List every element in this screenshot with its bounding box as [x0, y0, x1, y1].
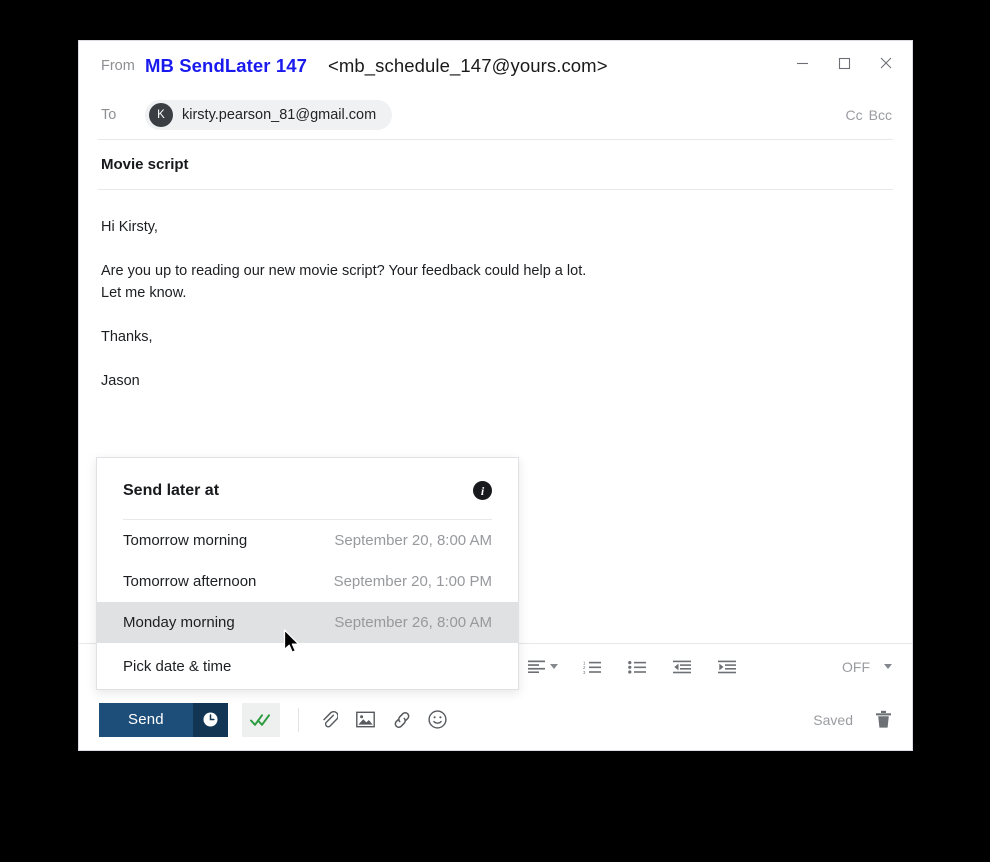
from-display-name[interactable]: MB SendLater 147	[145, 55, 307, 77]
double-check-icon[interactable]	[241, 702, 280, 737]
menu-item-time: September 20, 1:00 PM	[333, 573, 492, 590]
bcc-button[interactable]: Bcc	[869, 107, 892, 123]
paperclip-icon[interactable]	[315, 705, 345, 735]
menu-item-label: Tomorrow afternoon	[123, 573, 257, 590]
cc-button[interactable]: Cc	[846, 107, 863, 123]
numbered-list-icon[interactable]: 1 2 3	[577, 653, 607, 681]
decrease-indent-icon[interactable]	[667, 653, 697, 681]
minimize-icon[interactable]	[782, 49, 822, 77]
maximize-icon[interactable]	[824, 49, 864, 77]
send-later-header: Send later at i	[97, 458, 518, 519]
desktop-backdrop: From MB SendLater 147 <mb_schedule_147@y…	[0, 0, 990, 862]
chevron-down-icon	[550, 664, 558, 669]
send-toolbar: Send Saved	[79, 689, 912, 750]
recipient-chip[interactable]: K kirsty.pearson_81@gmail.com	[145, 100, 393, 130]
off-dropdown[interactable]: OFF	[842, 659, 892, 675]
link-icon[interactable]	[387, 705, 417, 735]
menu-item-tomorrow-morning[interactable]: Tomorrow morning September 20, 8:00 AM	[97, 520, 518, 561]
bulleted-list-icon[interactable]	[622, 653, 652, 681]
window-controls	[782, 49, 906, 77]
subject-text: Movie script	[101, 156, 189, 173]
body-paragraph: Jason	[101, 373, 140, 389]
send-button-group: Send	[99, 702, 228, 737]
close-icon[interactable]	[866, 49, 906, 77]
subject-row[interactable]: Movie script	[79, 140, 912, 189]
send-later-title: Send later at	[123, 481, 220, 499]
menu-item-monday-morning[interactable]: Monday morning September 26, 8:00 AM	[97, 602, 518, 643]
menu-item-tomorrow-afternoon[interactable]: Tomorrow afternoon September 20, 1:00 PM	[97, 561, 518, 602]
to-row: To K kirsty.pearson_81@gmail.com Cc Bcc	[79, 91, 912, 139]
smiley-icon[interactable]	[423, 705, 453, 735]
menu-item-label: Pick date & time	[123, 657, 232, 675]
clock-icon[interactable]	[192, 702, 228, 737]
trash-icon[interactable]	[875, 710, 892, 729]
menu-item-time: September 20, 8:00 AM	[334, 532, 492, 549]
body-paragraph: Hi Kirsty,	[101, 219, 158, 235]
chevron-down-icon	[884, 664, 892, 669]
svg-text:3: 3	[583, 670, 586, 674]
send-toolbar-divider	[297, 707, 299, 732]
send-later-menu: Send later at i Tomorrow morning Septemb…	[96, 457, 519, 690]
off-label: OFF	[842, 658, 870, 675]
send-button[interactable]: Send	[99, 702, 193, 737]
from-email-address[interactable]: <mb_schedule_147@yours.com>	[328, 55, 608, 77]
from-label: From	[101, 58, 135, 74]
increase-indent-icon[interactable]	[712, 653, 742, 681]
avatar: K	[149, 103, 173, 127]
align-icon[interactable]	[524, 653, 562, 681]
menu-item-pick-date-time[interactable]: Pick date & time	[97, 643, 518, 689]
body-paragraph: Thanks,	[101, 329, 153, 345]
menu-item-time: September 26, 8:00 AM	[334, 614, 492, 631]
to-label: To	[101, 107, 117, 123]
image-icon[interactable]	[351, 705, 381, 735]
from-row: From MB SendLater 147 <mb_schedule_147@y…	[79, 41, 912, 91]
menu-item-label: Monday morning	[123, 614, 235, 631]
body-paragraph: Let me know.	[101, 285, 187, 301]
menu-item-label: Tomorrow morning	[123, 532, 248, 549]
body-paragraph: Are you up to reading our new movie scri…	[101, 263, 587, 279]
recipient-email: kirsty.pearson_81@gmail.com	[182, 107, 377, 123]
cc-bcc-group: Cc Bcc	[846, 107, 892, 123]
saved-status: Saved	[813, 711, 853, 728]
saved-status-group: Saved	[813, 710, 892, 729]
info-icon[interactable]: i	[473, 481, 492, 500]
